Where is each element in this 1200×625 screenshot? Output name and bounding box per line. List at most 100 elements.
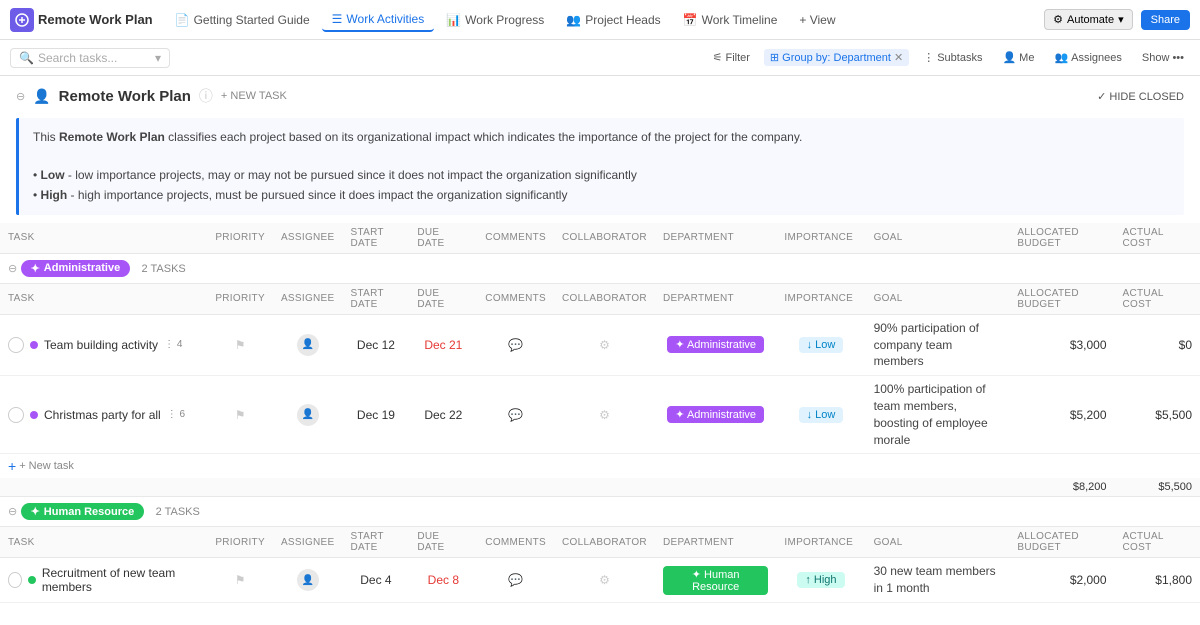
filter-button[interactable]: ⚟ Filter [707,49,756,66]
assignees-button[interactable]: 👥 Assignees [1048,49,1127,66]
info-line1: This Remote Work Plan classifies each pr… [33,128,1170,147]
work-progress-icon: 📊 [446,13,461,27]
me-button[interactable]: 👤 Me [996,49,1040,66]
assignee-avatar[interactable]: 👤 [297,569,319,591]
due-date-cell[interactable]: Dec 21 [409,314,477,375]
col-task-administrative: TASK [0,283,207,314]
due-date-cell[interactable]: Dec 22 [409,376,477,454]
nav-tabs: 📄 Getting Started Guide ☰ Work Activitie… [165,8,1041,32]
due-date-cell[interactable]: Dec 8 [409,558,477,603]
col-goal-human-resource: GOAL [866,527,1010,558]
collaborator-gear-icon[interactable]: ⚙ [599,573,610,587]
importance-cell: ↓ Low [776,376,865,454]
col-allocatedBudget-administrative: ALLOCATED BUDGET [1009,283,1114,314]
collaborator-gear-icon[interactable]: ⚙ [599,338,610,352]
assignee-avatar[interactable]: 👤 [297,334,319,356]
hide-closed-button[interactable]: ✓ HIDE CLOSED [1097,90,1184,103]
comment-icon[interactable]: 💬 [508,408,523,422]
subtotal-budget: $8,200 [1009,478,1114,497]
table-row: Team building activity ⋮ 4 ⚑👤Dec 12Dec 2… [0,314,1200,375]
group-icon-human-resource: ✦ [31,505,40,518]
info-box: This Remote Work Plan classifies each pr… [16,118,1184,215]
comments-cell: 💬 [477,558,554,603]
group-collapse-human-resource[interactable]: ⊖ [8,506,17,518]
collaborator-gear-icon[interactable]: ⚙ [599,408,610,422]
task-dot [30,411,38,419]
col-department-administrative: DEPARTMENT [655,283,776,314]
collaborator-cell: ⚙ [554,376,655,454]
task-name[interactable]: Christmas party for all [44,408,161,422]
col-assignee-administrative: ASSIGNEE [273,283,343,314]
add-task-button[interactable]: + + New task [8,458,1192,474]
task-status-icon[interactable] [8,572,22,588]
assignee-avatar[interactable]: 👤 [297,404,319,426]
tab-work-progress[interactable]: 📊 Work Progress [436,9,554,31]
task-name[interactable]: Team building activity [44,338,158,352]
group-close-icon[interactable]: ✕ [894,51,903,64]
department-badge: ✦ Administrative [667,406,764,423]
budget-cell: $3,000 [1009,314,1114,375]
col-header-task: TASK [0,223,207,254]
task-name[interactable]: Recruitment of new team members [42,566,200,594]
task-dot [28,576,36,584]
start-date-cell[interactable]: Dec 19 [342,376,409,454]
table-row: Christmas party for all ⋮ 6 ⚑ 👤 Dec 19Dec … [0,376,1200,454]
priority-flag[interactable]: ⚑ [235,408,246,422]
task-dot [30,341,38,349]
search-box[interactable]: 🔍 Search tasks... ▾ [10,48,170,68]
importance-cell: ↑ High [776,558,865,603]
col-header-assignee: ASSIGNEE [273,223,343,254]
share-button[interactable]: Share [1141,10,1190,30]
importance-badge: ↓ Low [799,337,844,353]
subtask-count: ⋮ 6 [167,409,185,420]
comments-cell: 💬 [477,376,554,454]
task-table-container: TASKPRIORITYASSIGNEESTART DATEDUE DATECO… [0,223,1200,603]
importance-cell: ↓ Low [776,314,865,375]
importance-badge: ↓ Low [799,407,844,423]
work-activities-icon: ☰ [332,12,343,26]
new-task-button[interactable]: + NEW TASK [221,90,287,102]
assignee-cell: 👤 [273,314,343,375]
priority-flag[interactable]: ⚑ [235,338,246,352]
collaborator-cell: ⚙ [554,558,655,603]
subtasks-button[interactable]: ⋮ Subtasks [917,49,988,66]
work-timeline-icon: 📅 [683,13,698,27]
due-date-value: Dec 21 [424,338,462,352]
collapse-icon[interactable]: ⊖ [16,90,25,103]
show-button[interactable]: Show ••• [1136,50,1190,66]
col-priority-human-resource: PRIORITY [207,527,273,558]
assignee-cell: 👤 [273,376,343,454]
start-date-cell[interactable]: Dec 12 [342,314,409,375]
col-dueDate-human-resource: DUE DATE [409,527,477,558]
priority-flag[interactable]: ⚑ [235,573,246,587]
goal-cell: 100% participation of team members, boos… [866,376,1010,454]
task-count-administrative: 2 TASKS [142,263,186,275]
department-badge: ✦ Administrative [667,336,764,353]
importance-badge: ↑ High [797,572,844,588]
col-header-comments: COMMENTS [477,223,554,254]
info-line2: • Low - low importance projects, may or … [33,166,1170,185]
comment-icon[interactable]: 💬 [508,573,523,587]
goal-cell: 30 new team members in 1 month [866,558,1010,603]
priority-cell: ⚑ [207,558,273,603]
tab-add-view[interactable]: + View [789,9,845,31]
info-icon: ⓘ [199,86,213,106]
col-importance-human-resource: IMPORTANCE [776,527,865,558]
group-administrative: ⊖ ✦ Administrative 2 TASKS [0,253,1200,283]
col-dueDate-administrative: DUE DATE [409,283,477,314]
task-status-icon[interactable] [8,407,24,423]
group-by-chip[interactable]: ⊞ Group by: Department ✕ [764,49,909,66]
tab-work-timeline[interactable]: 📅 Work Timeline [673,9,788,31]
comment-icon[interactable]: 💬 [508,338,523,352]
group-collapse-administrative[interactable]: ⊖ [8,263,17,275]
task-status-icon[interactable] [8,337,24,353]
automate-button[interactable]: ⚙ Automate ▾ [1044,9,1133,30]
col-header-actualCost: ACTUAL COST [1115,223,1200,254]
tab-work-activities[interactable]: ☰ Work Activities [322,8,435,32]
tab-project-heads[interactable]: 👥 Project Heads [556,9,670,31]
group-label-administrative[interactable]: ✦ Administrative [21,260,131,277]
group-label-human-resource[interactable]: ✦ Human Resource [21,503,145,520]
tab-getting-started[interactable]: 📄 Getting Started Guide [165,9,320,31]
start-date-cell[interactable]: Dec 4 [342,558,409,603]
table-row: Recruitment of new team members ⚑ 👤 Dec 4D… [0,558,1200,603]
